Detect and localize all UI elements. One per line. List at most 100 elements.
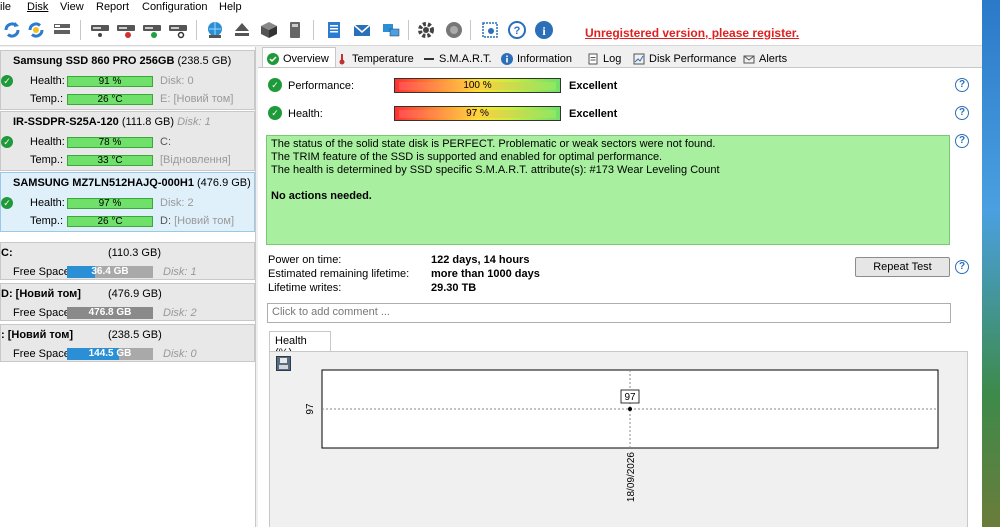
help-icon[interactable]: ? (955, 106, 969, 120)
status-action: No actions needed. (271, 190, 372, 202)
comment-input[interactable]: Click to add comment ... (267, 303, 951, 323)
volume-name: D: [Новий том] (1, 288, 81, 300)
volume-size: (476.9 GB) (108, 288, 162, 300)
health-label: Health: (30, 136, 65, 148)
volume-card[interactable]: : [Новий том] (238.5 GB) Free Space 144.… (0, 324, 255, 362)
menu-file[interactable]: ile (0, 0, 11, 14)
refresh-all-icon[interactable] (24, 18, 48, 42)
settings-gear-icon[interactable] (414, 18, 438, 42)
sound-icon[interactable] (442, 18, 466, 42)
status-ok-icon: ✓ (1, 75, 13, 87)
package-icon[interactable] (257, 18, 281, 42)
menu-view[interactable]: View (60, 0, 84, 14)
refresh-icon[interactable] (0, 18, 24, 42)
info-icon[interactable]: i (532, 18, 556, 42)
disk-index: Disk: 2 (163, 307, 197, 319)
health-label: Health: (30, 197, 65, 209)
health-bar: 97 % (67, 198, 153, 209)
disk-index: Disk: 1 (163, 266, 197, 278)
menu-configuration[interactable]: Configuration (142, 0, 207, 14)
power-on-value: 122 days, 14 hours (431, 254, 530, 266)
tab-temperature[interactable]: Temperature (332, 49, 420, 67)
menu-report[interactable]: Report (96, 0, 129, 14)
disk-list-panel: Samsung SSD 860 PRO 256GB (238.5 GB) ✓ H… (0, 47, 256, 527)
svg-text:?: ? (514, 25, 521, 37)
disk-index: Disk: 0 (163, 348, 197, 360)
disk-name: SAMSUNG MZ7LN512HAJQ-000H1 (476.9 GB) (13, 177, 251, 189)
network-icon[interactable] (203, 18, 227, 42)
disk-index: Disk: 2 (160, 197, 194, 209)
disk-health-icon[interactable] (114, 18, 138, 42)
disk-icon[interactable] (88, 18, 112, 42)
health-chart: 97 18/09/2026 97 (305, 369, 939, 502)
volume-label: C: (160, 136, 171, 148)
tab-health-chart[interactable]: Health (%) (269, 331, 331, 359)
temp-bar: 26 °C (67, 94, 153, 105)
lifetime-writes-label: Lifetime writes: (268, 282, 342, 294)
volume-card[interactable]: D: [Новий том] (476.9 GB) Free Space 476… (0, 283, 255, 321)
eject-icon[interactable] (230, 18, 254, 42)
volume-label: [Відновлення] (160, 154, 231, 166)
volume-size: (238.5 GB) (108, 329, 162, 341)
computer-network-icon[interactable] (379, 18, 403, 42)
power-on-label: Power on time: (268, 254, 342, 266)
menu-disk[interactable]: Disk (27, 0, 48, 14)
volume-size: (110.3 GB) (108, 247, 161, 259)
volume-label: D: [Новий том] (160, 215, 235, 227)
tab-bar: Overview Temperature S.M.A.R.T. Informat… (262, 47, 982, 68)
disk-check-icon[interactable] (140, 18, 164, 42)
temp-label: Temp.: (30, 215, 64, 227)
volume-name: : [Новий том] (1, 329, 74, 341)
disk-list-icon[interactable] (50, 18, 74, 42)
tab-disk-performance[interactable]: Disk Performance (629, 49, 742, 67)
repeat-test-button[interactable]: Repeat Test (855, 257, 950, 277)
status-ok-icon: ✓ (1, 136, 13, 148)
disk-card-selected[interactable]: SAMSUNG MZ7LN512HAJQ-000H1 (476.9 GB) ✓ … (0, 172, 255, 232)
health-rating: Excellent (569, 108, 618, 120)
health-ok-icon: ✓ (268, 106, 282, 120)
volume-card[interactable]: C: (110.3 GB) Free Space 36.4 GB Disk: 1 (0, 242, 255, 280)
lifetime-writes-value: 29.30 TB (431, 282, 477, 294)
free-space-label: Free Space (13, 307, 70, 319)
free-space-label: Free Space (13, 266, 70, 278)
disk-card[interactable]: IR-SSDPR-S25A-120 (111.8 GB) Disk: 1 ✓ H… (0, 111, 255, 171)
info-icon (501, 53, 513, 65)
performance-ok-icon: ✓ (268, 78, 282, 92)
help-icon[interactable]: ? (955, 78, 969, 92)
data-point-label: 97 (624, 392, 636, 403)
check-icon (267, 53, 279, 65)
free-space-bar: 36.4 GB (67, 266, 153, 278)
chart-icon (633, 53, 645, 65)
screenshot-icon[interactable] (478, 18, 502, 42)
health-label: Health: (288, 108, 323, 120)
disk-search-icon[interactable] (166, 18, 190, 42)
disk-name: Samsung SSD 860 PRO 256GB (238.5 GB) (13, 55, 232, 67)
performance-bar: 100 % (394, 78, 561, 93)
disk-card[interactable]: Samsung SSD 860 PRO 256GB (238.5 GB) ✓ H… (0, 50, 255, 110)
menu-help[interactable]: Help (219, 0, 242, 14)
help-icon[interactable]: ? (505, 18, 529, 42)
disk-name: IR-SSDPR-S25A-120 (111.8 GB) Disk: 1 (13, 116, 211, 128)
report-icon[interactable] (322, 18, 346, 42)
tab-smart[interactable]: S.M.A.R.T. (419, 49, 498, 67)
volume-label: E: [Новий том] (160, 93, 234, 105)
smart-icon (423, 53, 435, 65)
toolbar: ? i Unregistered version, please registe… (0, 14, 1000, 46)
tab-overview[interactable]: Overview (262, 47, 336, 68)
tab-alerts[interactable]: Alerts (739, 49, 793, 67)
health-bar: 78 % (67, 137, 153, 148)
tab-log[interactable]: Log (583, 49, 627, 67)
volume-name: C: (1, 247, 13, 259)
unregistered-link[interactable]: Unregistered version, please register. (585, 26, 799, 40)
y-tick-label: 97 (305, 403, 316, 415)
overview-panel: ✓ Performance: 100 % Excellent ? ✓ Healt… (258, 67, 982, 527)
status-line: The status of the solid state disk is PE… (271, 138, 716, 150)
email-icon[interactable] (350, 18, 374, 42)
tab-information[interactable]: Information (497, 49, 578, 67)
usb-drive-icon[interactable] (283, 18, 307, 42)
temp-label: Temp.: (30, 154, 64, 166)
free-space-bar: 476.8 GB (67, 307, 153, 319)
remaining-lifetime-label: Estimated remaining lifetime: (268, 268, 410, 280)
help-icon[interactable]: ? (955, 260, 969, 274)
help-icon[interactable]: ? (955, 134, 969, 148)
